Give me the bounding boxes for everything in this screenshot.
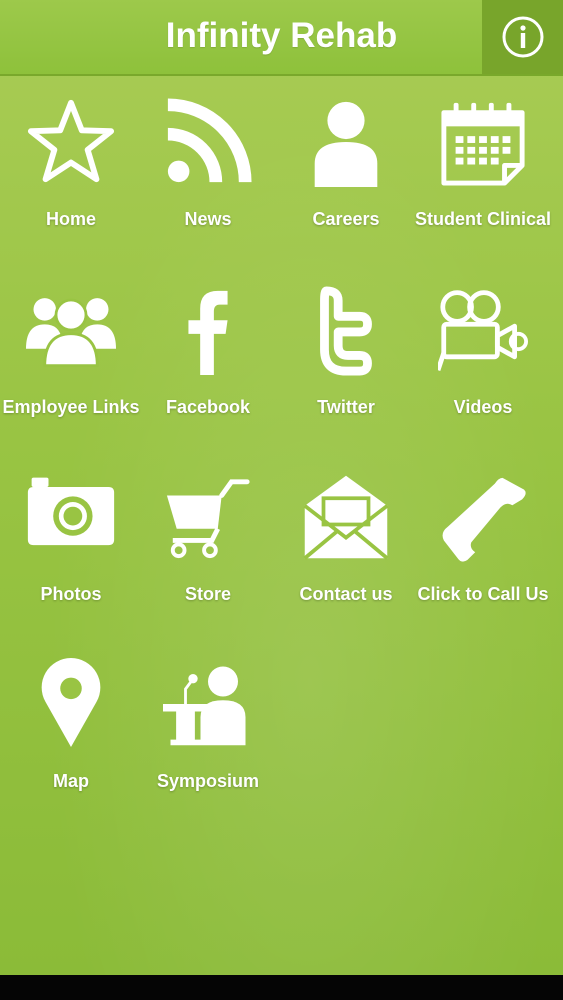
tile-label: Home <box>45 209 96 229</box>
app-screen: Infinity Rehab Home News Careers Student… <box>0 0 563 975</box>
tile-student-clinical[interactable]: Student Clinical <box>415 92 551 262</box>
tile-label: Facebook <box>165 397 251 417</box>
tile-label: News <box>184 209 232 229</box>
tile-label: Photos <box>40 584 102 604</box>
tile-label: Videos <box>453 397 513 417</box>
rss-icon <box>167 98 252 183</box>
tile-label: Student Clinical <box>414 209 551 229</box>
app-title: Infinity Rehab <box>165 16 398 55</box>
tile-videos[interactable]: Videos <box>418 280 548 450</box>
shopping-cart-icon <box>166 479 250 559</box>
map-pin-icon <box>41 658 101 748</box>
calendar-icon <box>441 102 525 186</box>
tile-label: Symposium <box>156 771 260 791</box>
info-circle-icon <box>502 16 543 58</box>
group-icon <box>26 298 116 368</box>
person-icon <box>314 101 378 187</box>
tile-careers[interactable]: Careers <box>281 92 411 262</box>
system-nav-bar <box>0 975 563 1000</box>
tile-label: Contact us <box>299 584 393 604</box>
tile-home[interactable]: Home <box>6 92 136 262</box>
tile-symposium[interactable]: Symposium <box>143 654 273 824</box>
facebook-icon <box>188 290 228 375</box>
camera-icon <box>27 477 115 546</box>
tile-facebook[interactable]: Facebook <box>143 280 273 450</box>
tile-contact-us[interactable]: Contact us <box>281 467 411 637</box>
phone-icon <box>442 477 526 562</box>
tile-label: Click to Call Us <box>417 584 549 604</box>
star-icon <box>27 99 115 183</box>
tile-employee-links[interactable]: Employee Links <box>2 280 140 450</box>
tile-click-to-call-us[interactable]: Click to Call Us <box>417 467 549 637</box>
tile-map[interactable]: Map <box>6 654 136 824</box>
info-button[interactable] <box>482 0 563 74</box>
envelope-icon <box>303 475 389 560</box>
tile-label: Twitter <box>317 397 375 417</box>
tile-label: Careers <box>312 209 380 229</box>
header-bar: Infinity Rehab <box>0 0 563 76</box>
tile-label: Employee Links <box>2 397 140 417</box>
tile-news[interactable]: News <box>143 92 273 262</box>
tile-store[interactable]: Store <box>143 467 273 637</box>
tile-photos[interactable]: Photos <box>6 467 136 637</box>
twitter-icon <box>320 286 372 376</box>
speaker-podium-icon <box>163 666 246 746</box>
tile-label: Map <box>53 771 89 791</box>
tile-twitter[interactable]: Twitter <box>281 280 411 450</box>
video-camera-icon <box>438 290 528 371</box>
tile-label: Store <box>184 584 231 604</box>
